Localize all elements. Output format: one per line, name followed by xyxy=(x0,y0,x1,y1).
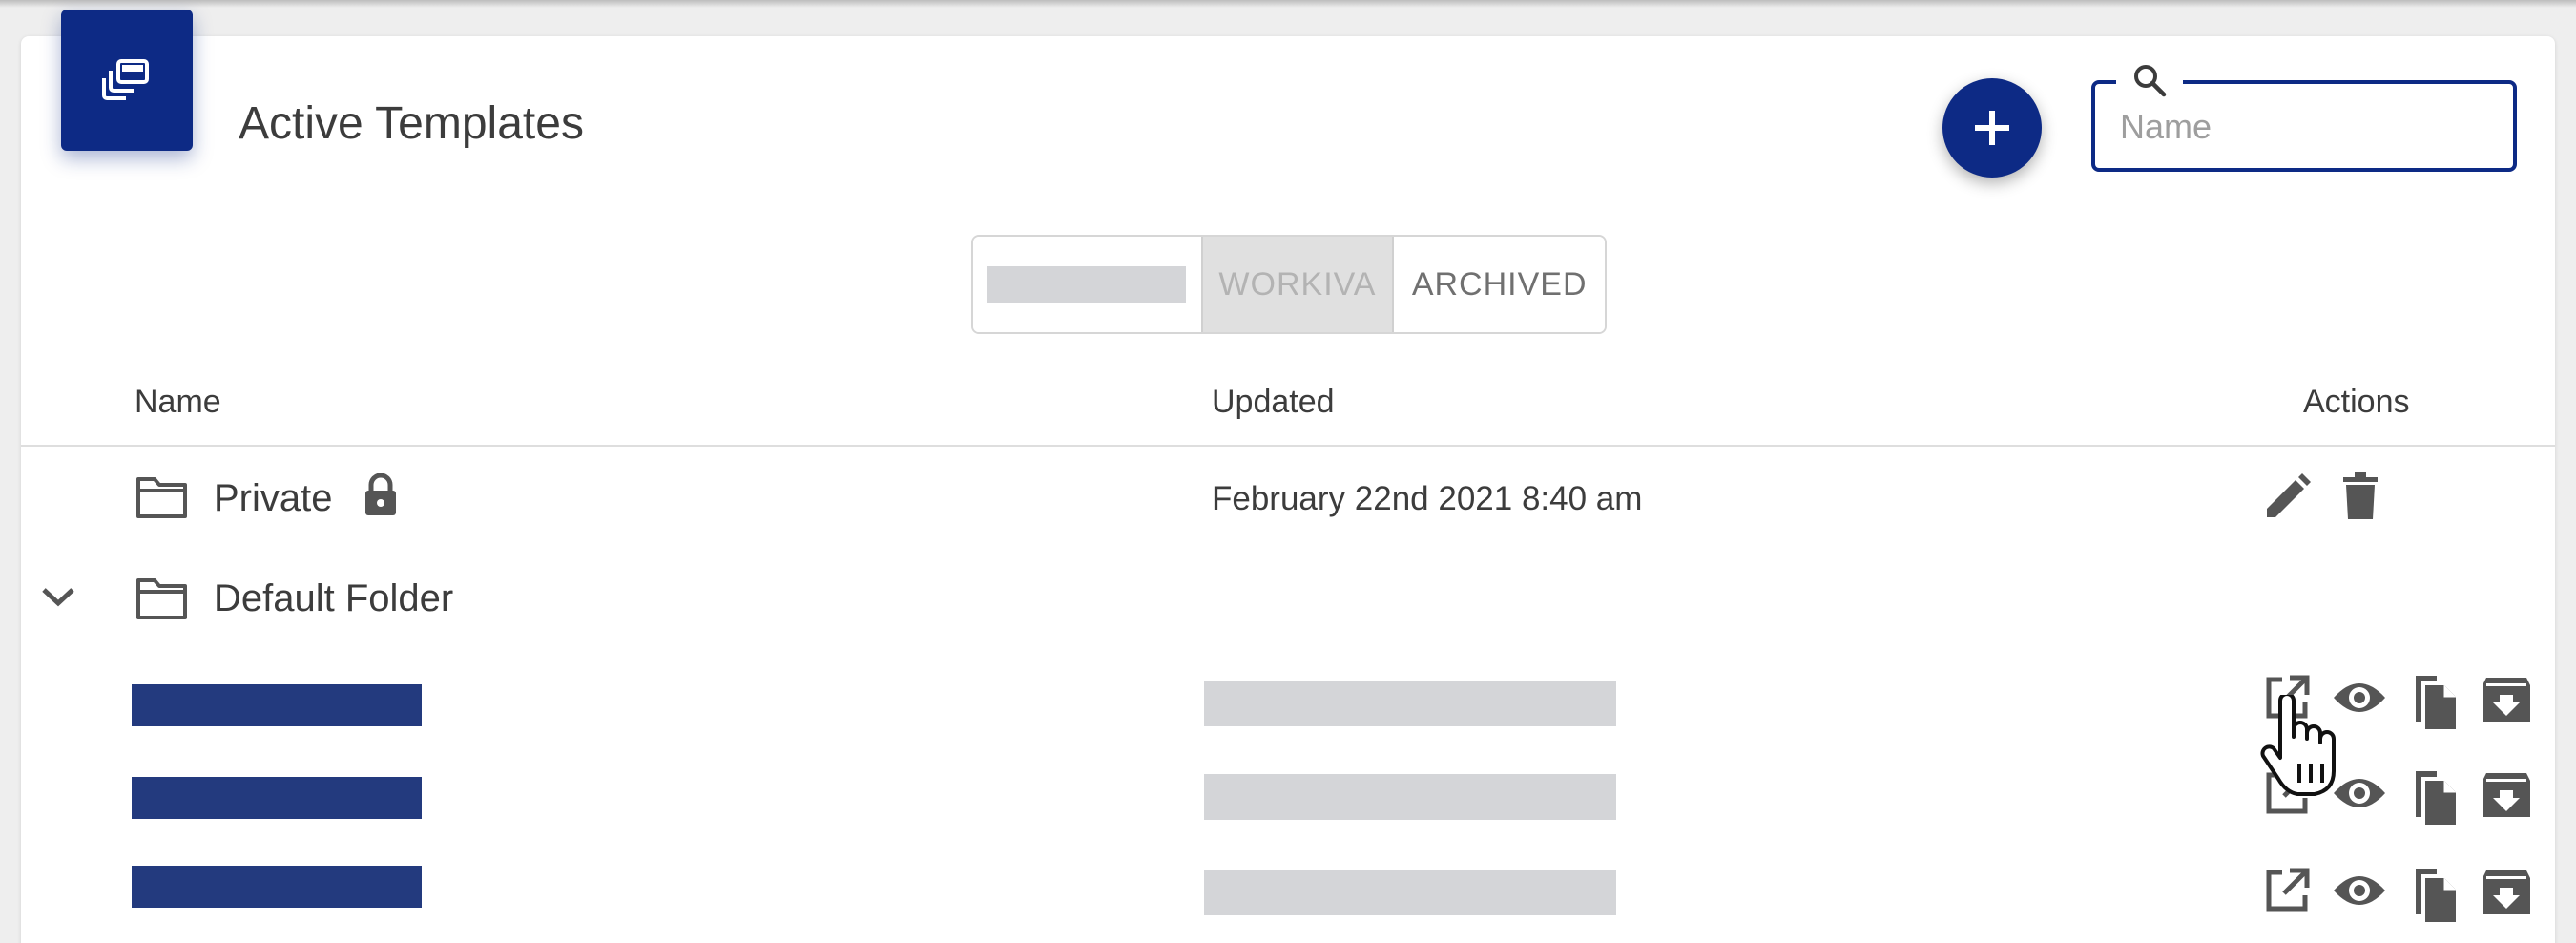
folder-icon xyxy=(136,477,187,518)
top-shadow xyxy=(0,0,2576,8)
copy-icon[interactable] xyxy=(2408,769,2458,827)
edit-icon[interactable] xyxy=(2263,473,2311,521)
library-icon xyxy=(102,59,149,100)
lock-icon xyxy=(365,473,396,515)
copy-icon[interactable] xyxy=(2408,867,2458,924)
template-name-redacted[interactable] xyxy=(132,866,422,908)
add-template-button[interactable] xyxy=(1942,78,2042,178)
template-source-toggle: WORKIVA ARCHIVED xyxy=(971,235,1607,334)
archive-icon[interactable] xyxy=(2483,674,2530,725)
copy-icon[interactable] xyxy=(2408,674,2458,731)
search-input[interactable] xyxy=(2120,95,2502,158)
templates-icon-badge xyxy=(61,10,193,151)
open-external-icon[interactable] xyxy=(2263,867,2311,914)
folder-name-private[interactable]: Private xyxy=(214,477,333,520)
search-icon xyxy=(2134,65,2167,97)
tab-workiva[interactable]: WORKIVA xyxy=(1200,237,1395,332)
template-date-redacted xyxy=(1204,681,1616,726)
plus-icon xyxy=(1975,111,2009,145)
tab-archived[interactable]: ARCHIVED xyxy=(1394,237,1605,332)
hand-cursor-icon xyxy=(2260,695,2336,796)
template-name-redacted[interactable] xyxy=(132,684,422,726)
delete-icon[interactable] xyxy=(2341,472,2379,521)
archive-icon[interactable] xyxy=(2483,867,2530,918)
template-name-redacted[interactable] xyxy=(132,777,422,819)
folder-name-default[interactable]: Default Folder xyxy=(214,577,453,620)
tab-redacted[interactable] xyxy=(973,237,1201,332)
column-header-updated[interactable]: Updated xyxy=(1212,384,1335,421)
header-divider xyxy=(21,445,2555,447)
redacted-label xyxy=(987,266,1187,303)
folder-icon xyxy=(136,578,187,619)
eye-icon[interactable] xyxy=(2332,867,2387,914)
column-header-name[interactable]: Name xyxy=(135,384,221,421)
private-updated-date: February 22nd 2021 8:40 am xyxy=(1212,480,1643,517)
chevron-down-icon[interactable] xyxy=(40,582,76,611)
template-date-redacted xyxy=(1204,870,1616,915)
archive-icon[interactable] xyxy=(2483,769,2530,821)
page-title: Active Templates xyxy=(239,98,584,149)
template-date-redacted xyxy=(1204,774,1616,820)
column-header-actions: Actions xyxy=(2303,384,2410,420)
